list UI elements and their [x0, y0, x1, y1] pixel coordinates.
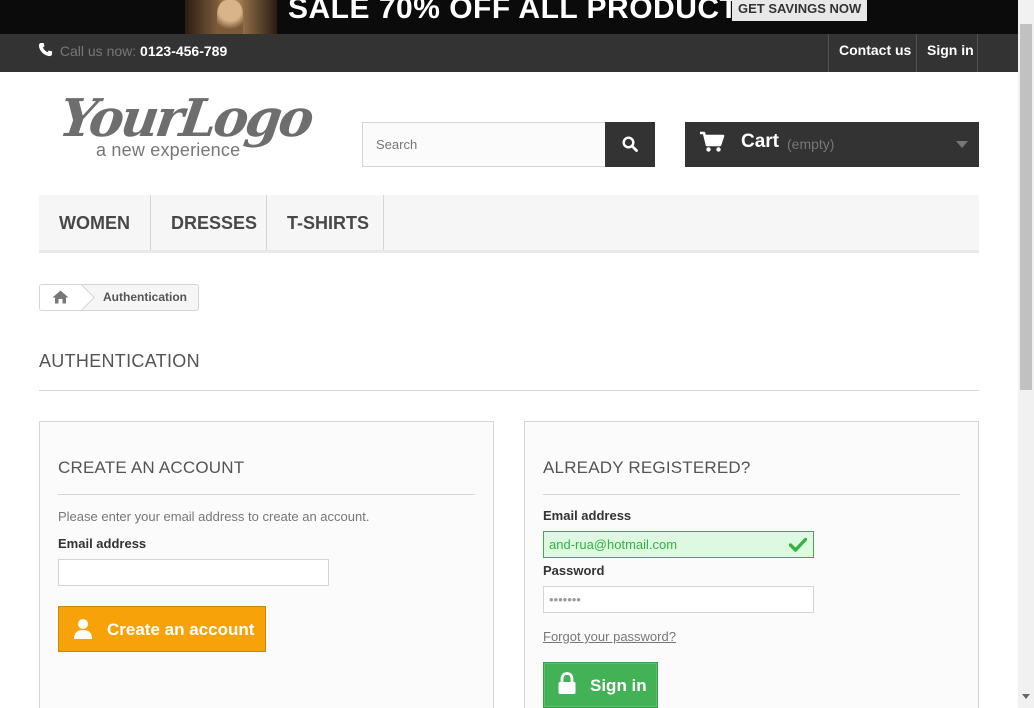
search-input[interactable] [363, 123, 605, 166]
cart-block[interactable]: Cart (empty) [685, 122, 979, 167]
page-scrollbar[interactable] [1018, 0, 1034, 708]
cart-icon [699, 131, 725, 158]
breadcrumb-current: Authentication [103, 290, 187, 304]
create-email-field[interactable] [58, 559, 329, 586]
create-account-form: CREATE AN ACCOUNT Please enter your emai… [39, 421, 494, 708]
promo-banner[interactable]: SALE 70% OFF ALL PRODUCTS GET SAVINGS NO… [0, 0, 1018, 34]
password-input[interactable] [544, 587, 813, 612]
menu-item-dresses[interactable]: Dresses [151, 195, 267, 250]
cart-label: Cart [741, 131, 780, 152]
create-account-label: Create an account [107, 620, 255, 639]
login-form: ALREADY REGISTERED? Email address Passwo… [524, 421, 979, 708]
banner-model-image [185, 0, 277, 34]
header-sign-in-link[interactable]: Sign in [916, 34, 978, 72]
create-account-hint: Please enter your email address to creat… [58, 509, 370, 524]
create-email-label: Email address [58, 536, 147, 551]
scrollbar-thumb[interactable] [1020, 24, 1032, 390]
password-label: Password [543, 563, 605, 578]
password-field[interactable] [543, 586, 814, 613]
top-nav: Call us now: 0123-456-789 Contact us Sig… [0, 34, 1018, 72]
menu-item-women[interactable]: Women [39, 195, 151, 250]
create-account-title: CREATE AN ACCOUNT [58, 458, 475, 495]
login-email-field[interactable] [543, 531, 814, 558]
scroll-down-arrow-icon[interactable] [1022, 694, 1030, 699]
breadcrumb-home[interactable] [40, 285, 82, 310]
search-button[interactable] [605, 122, 655, 167]
create-email-input[interactable] [59, 560, 328, 585]
get-savings-button[interactable]: GET SAVINGS NOW [732, 0, 868, 21]
sign-in-button[interactable]: Sign in [543, 662, 658, 708]
breadcrumb: Authentication [39, 284, 199, 311]
phone-info: Call us now: 0123-456-789 [38, 42, 227, 61]
search-field[interactable] [362, 122, 606, 167]
login-email-label: Email address [543, 508, 632, 523]
chevron-down-icon [956, 141, 968, 148]
page: SALE 70% OFF ALL PRODUCTS GET SAVINGS NO… [0, 0, 1034, 708]
sign-in-label: Sign in [590, 676, 647, 695]
call-label: Call us now: [59, 43, 137, 59]
check-icon [788, 537, 808, 557]
create-account-button[interactable]: Create an account [58, 606, 266, 652]
login-email-input[interactable] [544, 532, 813, 557]
page-title: AUTHENTICATION [39, 351, 979, 391]
cart-status: (empty) [787, 136, 835, 152]
phone-number: 0123-456-789 [140, 43, 228, 59]
phone-icon [38, 42, 56, 61]
lock-icon [557, 672, 577, 701]
menu-item-t-shirts[interactable]: T-shirts [267, 195, 384, 250]
contact-us-link[interactable]: Contact us [828, 34, 917, 72]
user-icon [73, 618, 93, 645]
login-title: ALREADY REGISTERED? [543, 458, 960, 495]
site-logo[interactable]: YourLogo a new experience [56, 88, 315, 162]
main-menu: Women Dresses T-shirts [39, 195, 979, 253]
logo-tagline: a new experience [96, 140, 241, 160]
banner-text: SALE 70% OFF ALL PRODUCTS [288, 0, 759, 25]
forgot-password-link[interactable]: Forgot your password? [543, 629, 676, 644]
